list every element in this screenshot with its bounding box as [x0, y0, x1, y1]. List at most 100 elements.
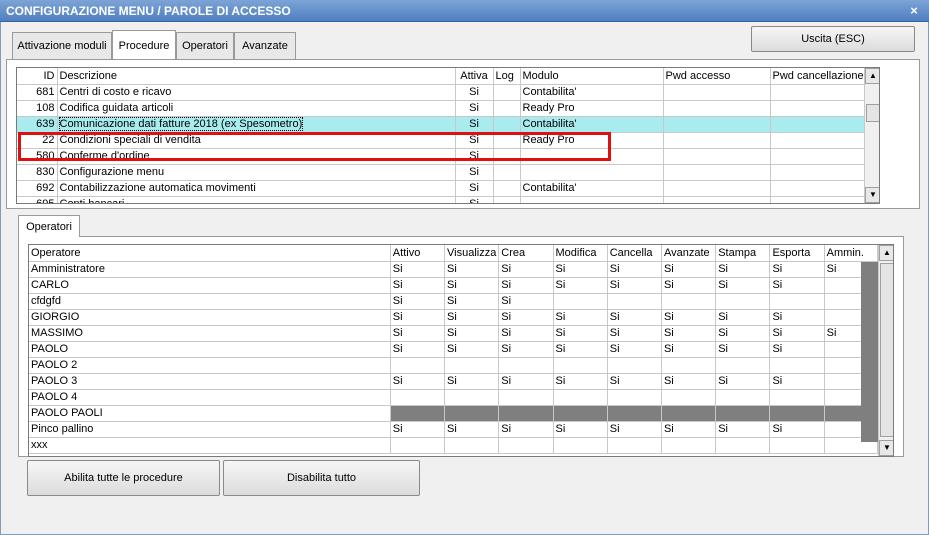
cell-permission[interactable]: Si — [553, 277, 608, 294]
cell-permission[interactable] — [607, 357, 662, 374]
operator-row[interactable]: PAOLO 4 — [29, 389, 879, 406]
cell-permission[interactable] — [498, 405, 554, 422]
cell-permission[interactable] — [715, 357, 771, 374]
cell-permission[interactable] — [553, 389, 608, 406]
cell-permission[interactable]: Si — [553, 373, 608, 390]
cell-permission[interactable] — [607, 389, 662, 406]
cell-permission[interactable]: Si — [444, 309, 500, 326]
cell-permission[interactable] — [444, 357, 500, 374]
cell-permission[interactable]: Si — [661, 421, 717, 438]
col-header[interactable]: Pwd accesso — [663, 68, 771, 85]
operator-row[interactable]: PAOLO PAOLI — [29, 405, 879, 422]
col-header[interactable]: Modifica — [553, 245, 608, 262]
cell-permission[interactable] — [444, 437, 500, 454]
scroll-down-icon[interactable]: ▼ — [865, 187, 879, 203]
cell-permission[interactable]: Si — [553, 341, 608, 358]
ops-scroll-up-icon[interactable]: ▲ — [879, 245, 893, 261]
cell-permission[interactable] — [498, 389, 554, 406]
operator-row[interactable]: CARLO Si Si Si Si Si Si Si Si — [29, 277, 879, 294]
cell-permission[interactable] — [390, 389, 446, 406]
tab-procedure[interactable]: Procedure — [112, 30, 176, 59]
cell-permission[interactable] — [553, 405, 608, 422]
cell-permission[interactable]: Si — [444, 261, 500, 278]
cell-permission[interactable] — [661, 293, 717, 310]
col-header[interactable]: ID — [17, 68, 58, 85]
cell-permission[interactable]: Si — [607, 325, 662, 342]
cell-permission[interactable] — [661, 357, 717, 374]
cell-permission[interactable]: Si — [553, 309, 608, 326]
cell-permission[interactable]: Si — [715, 421, 771, 438]
operator-row[interactable]: xxx — [29, 437, 879, 454]
enable-all-button[interactable]: Abilita tutte le procedure — [27, 460, 220, 496]
cell-permission[interactable]: Si — [498, 325, 554, 342]
procedure-row[interactable]: 580 Conferme d'ordine Si — [17, 148, 879, 165]
cell-permission[interactable]: Si — [607, 261, 662, 278]
cell-permission[interactable]: Si — [661, 277, 717, 294]
cell-permission[interactable]: Si — [498, 373, 554, 390]
cell-permission[interactable]: Si — [390, 373, 446, 390]
cell-permission[interactable]: Si — [498, 421, 554, 438]
col-header[interactable]: Ammin. — [824, 245, 879, 262]
cell-permission[interactable]: Si — [715, 341, 771, 358]
cell-permission[interactable]: Si — [769, 325, 825, 342]
col-header[interactable]: Operatore — [29, 245, 391, 262]
cell-permission[interactable]: Si — [661, 341, 717, 358]
cell-permission[interactable] — [390, 405, 446, 422]
cell-permission[interactable]: Si — [607, 309, 662, 326]
cell-permission[interactable]: Si — [769, 373, 825, 390]
tab-avanzate[interactable]: Avanzate — [234, 32, 296, 59]
tab-attivazione-moduli[interactable]: Attivazione moduli — [12, 32, 112, 59]
procedure-row[interactable]: 108 Codifica guidata articoli Si Ready Pro — [17, 100, 879, 117]
col-header[interactable]: Cancella — [607, 245, 662, 262]
cell-permission[interactable] — [769, 293, 825, 310]
cell-permission[interactable]: Si — [390, 309, 446, 326]
ops-scroll-thumb[interactable] — [880, 263, 893, 437]
cell-permission[interactable] — [390, 357, 446, 374]
cell-permission[interactable] — [444, 405, 500, 422]
col-header[interactable]: Attiva — [455, 68, 494, 85]
operator-row[interactable]: cfdgfd Si Si Si — [29, 293, 879, 310]
cell-permission[interactable]: Si — [715, 325, 771, 342]
cell-permission[interactable]: Si — [498, 341, 554, 358]
cell-permission[interactable]: Si — [715, 309, 771, 326]
tab-operatori[interactable]: Operatori — [176, 32, 234, 59]
cell-permission[interactable] — [769, 437, 825, 454]
cell-permission[interactable]: Si — [390, 341, 446, 358]
scroll-up-icon[interactable]: ▲ — [865, 68, 879, 84]
operator-row[interactable]: Pinco pallino Si Si Si Si Si Si Si Si — [29, 421, 879, 438]
col-header[interactable]: Avanzate — [661, 245, 717, 262]
cell-permission[interactable]: Si — [444, 325, 500, 342]
cell-permission[interactable] — [769, 405, 825, 422]
operator-row[interactable]: GIORGIO Si Si Si Si Si Si Si Si — [29, 309, 879, 326]
cell-permission[interactable]: Si — [444, 293, 500, 310]
cell-permission[interactable] — [607, 293, 662, 310]
operator-row[interactable]: PAOLO 2 — [29, 357, 879, 374]
cell-permission[interactable] — [607, 437, 662, 454]
cell-permission[interactable]: Si — [390, 325, 446, 342]
cell-permission[interactable] — [498, 357, 554, 374]
tab-operatori-sub[interactable]: Operatori — [18, 215, 80, 237]
cell-permission[interactable]: Si — [769, 341, 825, 358]
close-icon[interactable]: × — [907, 0, 921, 22]
cell-permission[interactable] — [553, 293, 608, 310]
operator-row[interactable]: MASSIMO Si Si Si Si Si Si Si Si Si — [29, 325, 879, 342]
procedure-row[interactable]: 639 Comunicazione dati fatture 2018 (ex S… — [17, 116, 879, 133]
cell-permission[interactable] — [390, 437, 446, 454]
cell-permission[interactable]: Si — [390, 293, 446, 310]
cell-permission[interactable] — [715, 437, 771, 454]
cell-permission[interactable]: Si — [661, 325, 717, 342]
cell-permission[interactable] — [661, 389, 717, 406]
procedure-row[interactable]: 695 Conti bancari Si — [17, 196, 879, 203]
cell-permission[interactable]: Si — [607, 341, 662, 358]
cell-permission[interactable] — [607, 405, 662, 422]
col-header[interactable]: Crea — [498, 245, 554, 262]
cell-permission[interactable]: Si — [769, 261, 825, 278]
cell-permission[interactable] — [769, 357, 825, 374]
col-header[interactable]: Stampa — [715, 245, 771, 262]
col-header[interactable]: Pwd cancellazione — [770, 68, 865, 85]
operator-row[interactable]: Amministratore Si Si Si Si Si Si Si Si Si — [29, 261, 879, 278]
cell-permission[interactable] — [498, 437, 554, 454]
cell-permission[interactable] — [715, 405, 771, 422]
operator-row[interactable]: PAOLO 3 Si Si Si Si Si Si Si Si — [29, 373, 879, 390]
cell-permission[interactable]: Si — [769, 277, 825, 294]
